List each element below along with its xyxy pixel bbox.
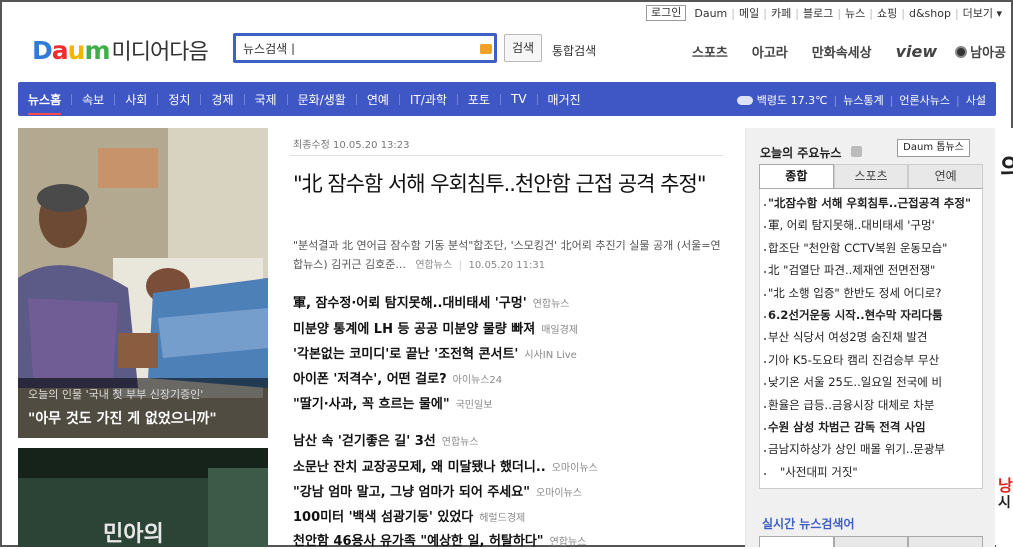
tab-general[interactable]: 종합 (759, 164, 834, 188)
namagong-link[interactable]: 남아공 (955, 42, 1006, 61)
logo-name: 미디어다음 (111, 40, 209, 65)
feature-photo[interactable]: 오늘의 인물 '국내 첫 부부 신장기증인' "아무 것도 가진 게 없었으니까… (18, 128, 268, 438)
sports-link[interactable]: 스포츠 (692, 42, 728, 61)
toplink-more[interactable]: 더보기 ▾ (963, 5, 1002, 21)
total-search-link[interactable]: 통합검색 (552, 42, 596, 59)
cartoon-link[interactable]: 만화속세상 (812, 42, 872, 61)
news-item[interactable]: 천안함 46용사 유가족 "예상한 일, 허탈하다" 연합뉴스 (293, 530, 733, 549)
list-item[interactable]: 합조단 "천안함 CCTV복원 운동모습" (760, 240, 982, 262)
top-summary[interactable]: "분석결과 北 연어급 잠수함 기동 분석"합조단, '스모킹건' 北어뢰 추진… (293, 236, 723, 275)
top-links: 로그인 Daum | 메일 | 카페 | 블로그 | 뉴스 | 쇼핑 | d&shop | 더… (646, 5, 1002, 21)
daum-logo[interactable]: Daum 미디어다음 (32, 34, 209, 66)
divider (290, 155, 723, 156)
summary-time: 10.05.20 11:31 (468, 260, 546, 271)
list-item[interactable]: 6.2선거운동 시작..현수막 자리다툼 (760, 307, 982, 329)
realtime-tab[interactable] (833, 536, 909, 547)
toplink-mail[interactable]: 메일 (739, 5, 759, 21)
nav-politics[interactable]: 정치 (158, 91, 200, 108)
list-item[interactable]: 기아 K5-도요타 캠리 진검승부 무산 (760, 352, 982, 374)
list-item[interactable]: 환율은 급등..금융시장 대체로 차분 (760, 397, 982, 419)
view-link[interactable]: view (896, 42, 938, 61)
toplink-daum[interactable]: Daum (694, 7, 727, 20)
ad-text: 시 (998, 495, 1011, 511)
feature-subtitle: 오늘의 인물 '국내 첫 부부 신장기증인' (28, 388, 204, 401)
toplink-cafe[interactable]: 카페 (771, 5, 791, 21)
list-item[interactable]: "北잠수함 서해 우회침투..근접공격 추정" (760, 195, 982, 217)
realtime-search-title: 실시간 뉴스검색어 (762, 517, 855, 531)
rss-icon[interactable] (851, 146, 862, 157)
toplink-dshop[interactable]: d&shop (909, 7, 951, 20)
list-item[interactable]: "北 소행 입증" 한반도 정세 어디로? (760, 285, 982, 307)
nav-magazine[interactable]: 매거진 (538, 91, 591, 108)
nav-news-stats[interactable]: 뉴스통계 (843, 92, 883, 108)
main-news-list: "北잠수함 서해 우회침투..근접공격 추정" 軍, 어뢰 탐지못해..대비태세… (759, 189, 983, 489)
news-item[interactable]: 미분양 통계에 LH 등 공공 미분양 물량 빠져 매일경제 (293, 318, 733, 337)
news-item[interactable]: 100미터 '백색 섬광기둥' 있었다 헤럴드경제 (293, 506, 733, 525)
list-item[interactable]: 軍, 어뢰 탐지못해..대비태세 '구멍' (760, 217, 982, 239)
ad-text: 의 (1000, 154, 1013, 184)
feature-photo-caption: 오늘의 인물 '국내 첫 부부 신장기증인' "아무 것도 가진 게 없었으니까… (18, 378, 268, 438)
list-item[interactable]: 北 "검열단 파견..제재엔 전면전쟁" (760, 262, 982, 284)
main-nav: 뉴스홈 속보 사회 정치 경제 국제 문화/생활 연예 IT/과학 포토 TV … (18, 82, 996, 116)
nav-society[interactable]: 사회 (115, 91, 157, 108)
search-button[interactable]: 검색 (504, 34, 542, 62)
list-item[interactable]: 낮기온 서울 25도..일요일 전국에 비 (760, 374, 982, 396)
nav-photo[interactable]: 포토 (458, 91, 500, 108)
realtime-tabs (759, 536, 984, 547)
nav-right: 백령도 17.3℃ | 뉴스통계 | 언론사뉴스 | 사설 (736, 92, 986, 108)
list-item[interactable]: "사전대피 거짓" (760, 464, 982, 486)
summary-source: 연합뉴스 (415, 260, 453, 271)
search-box (233, 33, 497, 63)
login-button[interactable]: 로그인 (646, 5, 687, 21)
search-input[interactable] (236, 41, 476, 55)
nav-breaking[interactable]: 속보 (72, 91, 114, 108)
weather-text[interactable]: 백령도 17.3℃ (757, 92, 828, 108)
nav-it-science[interactable]: IT/과학 (400, 91, 457, 108)
cloud-icon (736, 95, 753, 105)
news-item[interactable]: 아이폰 '저격수', 어떤 걸로? 아이뉴스24 (293, 368, 733, 387)
news-item[interactable]: "강남 엄마 말고, 그냥 엄마가 되어 주세요" 오마이뉴스 (293, 481, 733, 500)
nav-tv[interactable]: TV (501, 92, 537, 106)
second-photo-text: 민아의 (103, 522, 164, 547)
logo-brand: Daum (32, 35, 111, 65)
updated-time: 최종수정 10.05.20 13:23 (293, 140, 410, 151)
service-links: 스포츠 아고라 만화속세상 view 남아공 (692, 42, 1006, 61)
toplink-shopping[interactable]: 쇼핑 (877, 5, 897, 21)
tab-entertainment[interactable]: 연예 (908, 164, 984, 188)
toplink-blog[interactable]: 블로그 (803, 5, 833, 21)
main-news-title: 오늘의 주요뉴스 (760, 146, 842, 160)
main-news-tabs: 종합 스포츠 연예 (759, 164, 984, 189)
feature-title[interactable]: "아무 것도 가진 게 없었으니까" (28, 408, 258, 428)
news-item[interactable]: '각본없는 코미디'로 끝난 '조전혁 콘서트' 시사IN Live (293, 343, 733, 362)
nav-economy[interactable]: 경제 (201, 91, 243, 108)
news-item[interactable]: 소문난 잔치 교장공모제, 왜 미달됐나 했더니.. 오마이뉴스 (293, 456, 733, 475)
top-headline[interactable]: "北 잠수함 서해 우회침투..천안함 근접 공격 추정" (293, 170, 723, 199)
nav-world[interactable]: 국제 (245, 91, 287, 108)
news-item[interactable]: 軍, 잠수정·어뢰 탐지못해..대비태세 '구멍' 연합뉴스 (293, 292, 733, 311)
nav-press-news[interactable]: 언론사뉴스 (899, 92, 950, 108)
search-dropdown-icon[interactable] (480, 44, 492, 54)
toplink-news[interactable]: 뉴스 (845, 5, 865, 21)
tab-sports[interactable]: 스포츠 (833, 164, 909, 188)
nav-culture[interactable]: 문화/생활 (288, 91, 356, 108)
realtime-tab[interactable] (908, 536, 984, 547)
list-item[interactable]: 부산 식당서 여성2명 숨진채 발견 (760, 329, 982, 351)
side-ad[interactable]: 의 낭 시 (996, 128, 1013, 547)
news-item[interactable]: 남산 속 '걷기좋은 길' 3선 연합뉴스 (293, 430, 733, 449)
realtime-tab[interactable] (759, 536, 834, 547)
news-item[interactable]: "딸기·사과, 꼭 흐르는 물에" 국민일보 (293, 393, 733, 412)
list-item[interactable]: 금남지하상가 상인 매몰 위기..문광부 (760, 441, 982, 463)
nav-entertainment[interactable]: 연예 (357, 91, 399, 108)
daum-top-news-button[interactable]: Daum 톱뉴스 (897, 139, 970, 157)
soccer-ball-icon (955, 46, 968, 58)
nav-news-home[interactable]: 뉴스홈 (18, 91, 71, 115)
agora-link[interactable]: 아고라 (752, 42, 788, 61)
list-item[interactable]: 수원 삼성 차범근 감독 전격 사임 (760, 419, 982, 441)
second-photo[interactable]: 민아의 (18, 448, 268, 547)
nav-editorial[interactable]: 사설 (966, 92, 986, 108)
